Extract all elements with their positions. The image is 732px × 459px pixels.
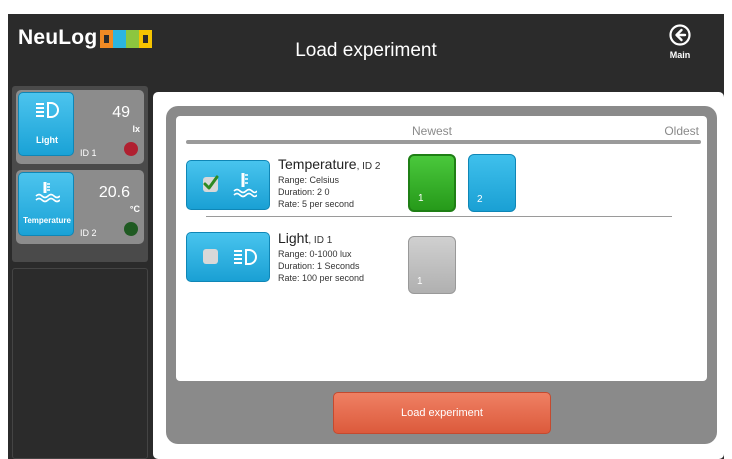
thermometer-icon <box>233 173 257 198</box>
run-number: 1 <box>418 193 424 204</box>
sensor-unit: lx <box>132 124 140 134</box>
experiment-list[interactable]: Newest Oldest Temperature, ID 2 Range: C… <box>176 116 707 381</box>
sensor-tile-temperature[interactable]: Temperature 20.6 °C ID 2 <box>16 170 144 244</box>
thermometer-icon <box>35 182 60 203</box>
sensor-value: 49 <box>112 104 130 121</box>
sensor-name: Light <box>36 135 58 145</box>
experiment-row-light: Light, ID 1 Range: 0-1000 lux Duration: … <box>176 224 707 296</box>
oldest-label: Oldest <box>664 124 699 138</box>
sensor-panel: Light 49 lx ID 1 Temperature 20.6 °C ID … <box>12 86 148 262</box>
app-window: NeuLog Load experiment Main Light 49 lx … <box>8 14 724 459</box>
experiment-rate: Rate: 5 per second <box>278 199 355 209</box>
experiment-range: Range: Celsius <box>278 175 340 185</box>
checkbox[interactable] <box>203 249 218 264</box>
run-number: 2 <box>477 194 483 205</box>
experiment-range: Range: 0-1000 lux <box>278 249 352 259</box>
experiment-id: , ID 2 <box>356 161 381 172</box>
checkbox[interactable] <box>203 175 219 192</box>
back-arrow-icon <box>669 24 691 46</box>
sensor-icon-box: Temperature <box>18 172 74 236</box>
experiment-id: , ID 1 <box>308 235 333 246</box>
page-title: Load experiment <box>295 40 437 61</box>
sensor-value: 20.6 <box>98 184 130 201</box>
light-icon <box>234 249 257 265</box>
run-tile-selected[interactable]: 1 <box>408 154 456 212</box>
experiment-row-temperature: Temperature, ID 2 Range: Celsius Duratio… <box>176 150 707 222</box>
main-label: Main <box>669 50 691 60</box>
newest-label: Newest <box>412 124 453 138</box>
experiment-panel: Newest Oldest Temperature, ID 2 Range: C… <box>166 106 717 444</box>
header-bar: NeuLog Load experiment Main <box>8 14 724 86</box>
timeline-bar <box>186 140 701 144</box>
experiment-info: Temperature, ID 2 Range: Celsius Duratio… <box>278 156 381 210</box>
experiment-duration: Duration: 2 0 <box>278 187 330 197</box>
run-number: 1 <box>417 276 423 287</box>
experiment-info: Light, ID 1 Range: 0-1000 lux Duration: … <box>278 230 364 284</box>
sensor-unit: °C <box>129 204 140 214</box>
sensor-id: ID 2 <box>80 228 97 238</box>
checkmark-icon <box>203 175 219 190</box>
select-experiment-button[interactable] <box>186 232 270 282</box>
sensor-icon-box: Light <box>18 92 74 156</box>
run-tile[interactable]: 2 <box>468 154 516 212</box>
sensor-id: ID 1 <box>80 148 97 158</box>
empty-side-panel <box>12 268 148 459</box>
load-experiment-button[interactable]: Load experiment <box>333 392 551 434</box>
status-led <box>124 142 138 156</box>
experiment-name: Temperature <box>278 156 357 172</box>
run-tile[interactable]: 1 <box>408 236 456 294</box>
status-led <box>124 222 138 236</box>
experiment-name: Light <box>278 230 309 246</box>
sensor-name: Temperature <box>23 216 71 225</box>
row-divider <box>206 216 672 217</box>
select-experiment-button[interactable] <box>186 160 270 210</box>
main-button[interactable]: Main <box>660 24 700 74</box>
experiment-rate: Rate: 100 per second <box>278 273 365 283</box>
sensor-tile-light[interactable]: Light 49 lx ID 1 <box>16 90 144 164</box>
light-icon <box>36 102 59 118</box>
content-area: Newest Oldest Temperature, ID 2 Range: C… <box>153 92 724 459</box>
experiment-duration: Duration: 1 Seconds <box>278 261 360 271</box>
